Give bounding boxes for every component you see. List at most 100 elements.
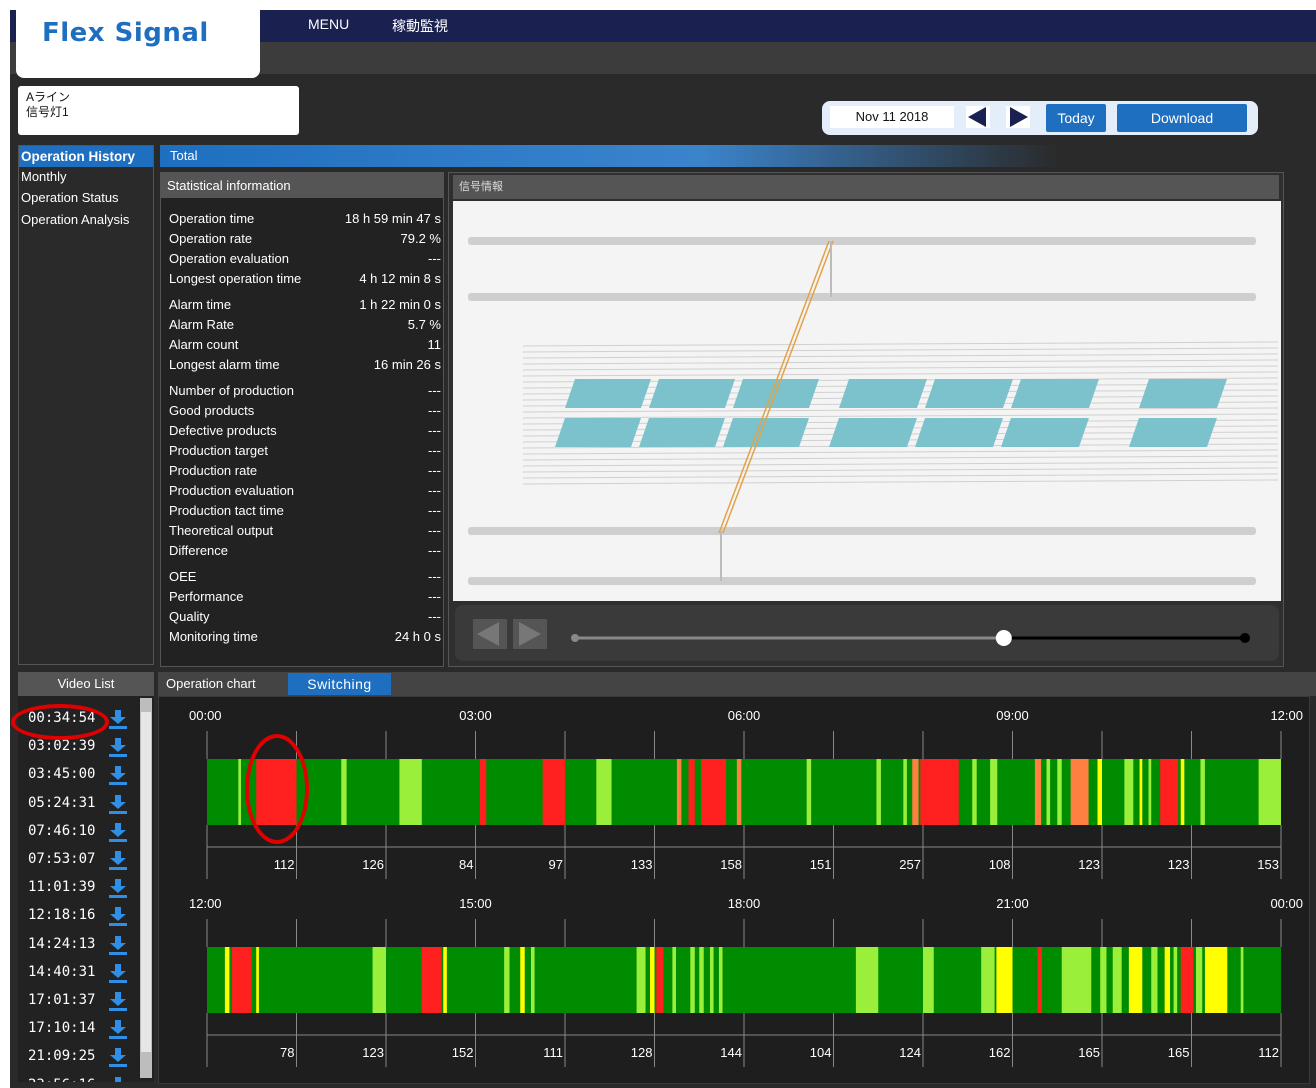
stat-value: --- [428, 483, 441, 498]
stat-row: Defective products --- [169, 423, 441, 441]
arrow-right-icon [1010, 107, 1028, 127]
line-info-box: Aライン 信号灯1 [18, 86, 299, 135]
video-list-item[interactable]: 23:56:16 [28, 1076, 146, 1082]
state-segment [1195, 947, 1203, 1013]
stat-label: Production tact time [169, 503, 284, 518]
stat-row: Alarm Rate 5.7 % [169, 317, 441, 335]
video-list: 00:34:54 03:02:39 03:45:00 05:24:31 07:46:10… [18, 696, 154, 1082]
seek-bar[interactable] [571, 630, 1250, 646]
state-segment [1139, 759, 1143, 825]
state-segment [636, 947, 646, 1013]
stat-label: Operation evaluation [169, 251, 289, 266]
monitoring-link[interactable]: 稼動監視 [392, 16, 448, 36]
video-time: 17:01:37 [28, 992, 96, 1008]
download-icon[interactable] [106, 766, 130, 786]
operation-chart-title: Operation chart [166, 676, 256, 691]
statistics-title: Statistical information [161, 173, 443, 198]
hour-count-label: 128 [631, 1045, 653, 1060]
menu-item-operation-history[interactable]: Operation History [19, 146, 153, 167]
stat-value: 5.7 % [407, 317, 441, 332]
video-list-item[interactable]: 21:09:25 [28, 1048, 146, 1068]
seek-bar-thumb [995, 630, 1012, 646]
operation-bar [207, 759, 1281, 825]
state-segment [1037, 947, 1043, 1013]
stat-label: Longest operation time [169, 271, 302, 286]
video-list-item[interactable]: 17:10:14 [28, 1020, 146, 1040]
video-list-item[interactable]: 03:02:39 [28, 738, 146, 758]
signal-panel-title: 信号情報 [453, 175, 1279, 199]
download-icon[interactable] [106, 851, 130, 871]
video-list-item[interactable]: 14:40:31 [28, 963, 146, 984]
stat-value: 16 min 26 s [373, 357, 441, 372]
stat-row: Performance --- [169, 589, 441, 607]
state-segment [736, 759, 742, 825]
download-button[interactable]: Download [1117, 104, 1247, 132]
tab-total[interactable]: Total [160, 145, 1060, 167]
download-icon[interactable] [106, 822, 130, 843]
state-segment [1258, 759, 1281, 825]
video-time: 07:53:07 [28, 851, 96, 867]
next-day-button[interactable] [1006, 106, 1030, 128]
video-list-item[interactable]: 07:53:07 [28, 851, 146, 871]
menu-item-operation-analysis[interactable]: Operation Analysis [19, 209, 153, 230]
menu-item-monthly[interactable]: Monthly [19, 166, 153, 187]
hour-tick-label: 09:00 [996, 708, 1029, 723]
hour-count-label: 133 [631, 857, 653, 872]
download-icon[interactable] [106, 710, 130, 730]
hour-count-label: 153 [1257, 857, 1279, 872]
download-icon[interactable] [106, 879, 130, 899]
date-field[interactable]: Nov 11 2018 [830, 106, 954, 128]
stat-value: --- [428, 569, 441, 584]
operation-chart: 00:00 03:00 06:00 09:00 12:00 112 126 84 97 133 15… [158, 696, 1310, 1084]
state-segment [224, 947, 230, 1013]
stat-label: Number of production [169, 383, 295, 398]
switching-button[interactable]: Switching [288, 673, 391, 695]
state-segment [981, 947, 995, 1013]
stat-row: Operation time 18 h 59 min 47 s [169, 211, 441, 229]
download-icon[interactable] [106, 1076, 130, 1082]
today-button[interactable]: Today [1046, 104, 1106, 132]
statistics-panel: Statistical information Operation time 18… [160, 172, 444, 667]
menu-link[interactable]: MENU [308, 16, 349, 32]
video-list-item[interactable]: 12:18:16 [28, 907, 146, 927]
video-list-scrollbar[interactable] [140, 698, 152, 1078]
hour-count-label: 152 [452, 1045, 474, 1060]
video-list-scroll-thumb[interactable] [141, 712, 151, 1052]
video-time: 05:24:31 [28, 794, 96, 811]
play-icon[interactable] [513, 619, 547, 649]
rewind-icon[interactable] [473, 619, 507, 649]
download-icon[interactable] [106, 963, 130, 984]
prev-day-button[interactable] [966, 106, 990, 128]
stat-row: Production evaluation --- [169, 483, 441, 501]
video-list-item[interactable]: 11:01:39 [28, 879, 146, 899]
video-list-item[interactable]: 17:01:37 [28, 992, 146, 1012]
state-segment [542, 759, 565, 825]
download-icon[interactable] [106, 1020, 130, 1040]
player-svg [473, 619, 1250, 649]
stat-value: --- [428, 383, 441, 398]
hour-count-label: 257 [899, 857, 921, 872]
download-icon[interactable] [106, 935, 130, 956]
video-list-item[interactable]: 14:24:13 [28, 935, 146, 956]
stat-row: Theoretical output --- [169, 523, 441, 541]
hour-count-label: 108 [989, 857, 1011, 872]
state-segment [238, 759, 242, 825]
stat-value: --- [428, 523, 441, 538]
state-segment [479, 759, 487, 825]
state-segment [232, 947, 252, 1013]
state-segment [920, 759, 959, 825]
hour-count-label: 97 [549, 857, 563, 872]
download-icon[interactable] [106, 738, 130, 758]
download-icon[interactable] [106, 907, 130, 927]
menu-item-operation-status[interactable]: Operation Status [19, 187, 153, 208]
video-list-item[interactable]: 07:46:10 [28, 822, 146, 843]
hour-count-label: 123 [362, 1045, 384, 1060]
download-icon[interactable] [106, 794, 130, 815]
download-icon[interactable] [106, 1048, 130, 1068]
download-icon[interactable] [106, 992, 130, 1012]
video-list-item[interactable]: 05:24:31 [28, 794, 146, 815]
state-segment [530, 947, 535, 1013]
arrow-left-icon [968, 107, 986, 127]
video-list-item[interactable]: 03:45:00 [28, 766, 146, 786]
state-segment [1128, 947, 1143, 1013]
